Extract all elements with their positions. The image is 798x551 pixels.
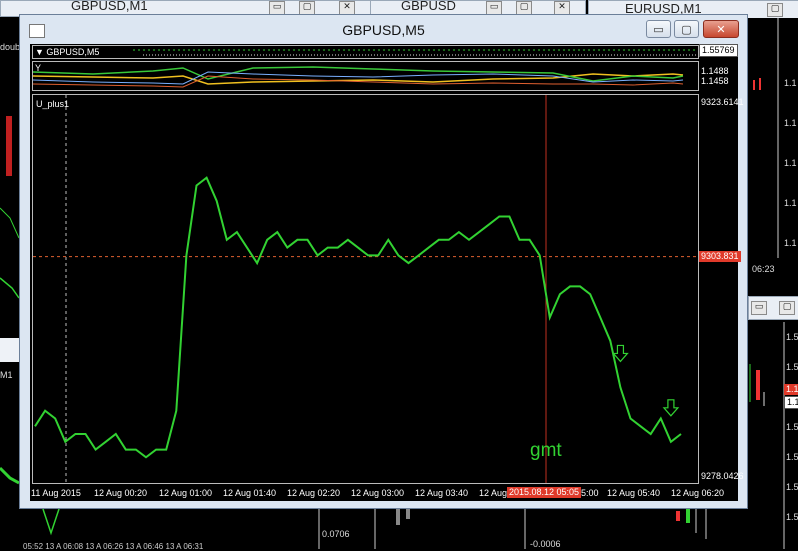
bg-price: 1.5 — [786, 362, 798, 372]
time-label: 12 Aug 06:20 — [671, 488, 725, 498]
bg-time-axis: 05:52 13 A 06:08 13 A 06:26 13 A 06:46 1… — [23, 542, 323, 551]
bg-chart-right-top: 1.1 1.1 1.1 1.1 1.1 06:23 — [748, 18, 798, 276]
maximize-icon[interactable]: ▢ — [779, 301, 795, 315]
chart-area[interactable]: ▼ GBPUSD,M5 1.55769 Y 1.1488 1.1458 U_pl… — [30, 44, 744, 501]
minimize-icon[interactable]: ▭ — [751, 301, 767, 315]
time-label: 12 Aug 01:00 — [159, 488, 213, 498]
time-label: 12 Aug 05:40 — [607, 488, 661, 498]
down-arrow-icon — [662, 399, 680, 417]
maximize-icon[interactable]: ▢ — [299, 1, 315, 15]
bg-chart-bottom-right-marks — [676, 509, 707, 539]
price-pane[interactable]: ▼ GBPUSD,M5 — [32, 45, 699, 59]
bg-price: 1.1 — [784, 238, 797, 248]
time-label: 12 Aug 00:20 — [94, 488, 148, 498]
time-label: 5:00 — [581, 488, 599, 498]
maximize-icon[interactable]: ▢ — [767, 3, 783, 17]
time-axis: 11 Aug 2015 12 Aug 00:20 12 Aug 01:00 12… — [30, 485, 738, 501]
bg-value: -0.0006 — [530, 539, 561, 549]
highlighted-time: 2015.08.12 05:05 — [507, 487, 582, 498]
bg-time: 13 A — [45, 542, 61, 551]
bg-price: 1.1 — [784, 118, 797, 128]
bg-time: 06:23 — [752, 264, 775, 274]
bg-chart-left: doub M1 — [0, 38, 20, 549]
price-pane-marks — [133, 49, 698, 56]
bg-time: 06:26 — [103, 542, 124, 551]
chart-window-gbpusd-m5[interactable]: GBPUSD,M5 ▭ ▢ ✕ ▼ GBPUSD,M5 1.55769 Y 1.… — [19, 14, 748, 509]
window-titlebar[interactable]: GBPUSD,M5 ▭ ▢ ✕ — [20, 15, 747, 45]
bg-time: 06:08 — [63, 542, 84, 551]
bg-time: 13 A — [85, 542, 101, 551]
bg-time: 05:52 — [23, 542, 44, 551]
main-min-value: 9278.0426 — [701, 471, 744, 481]
bg-time: 13 A — [165, 542, 182, 551]
bg-time: 06:31 — [183, 542, 204, 551]
time-label: 12 Aug 03:00 — [351, 488, 405, 498]
main-max-value: 9323.6141 — [701, 97, 744, 107]
time-label: 12 Aug 01:40 — [223, 488, 277, 498]
bg-chart-left-marks — [0, 116, 19, 485]
bg-price: 1.1 — [784, 198, 797, 208]
bg-chart-bottom-left: 0.0706 05:52 13 A 06:08 13 A 06:26 13 A … — [19, 509, 355, 551]
bg-time: 06:46 — [143, 542, 164, 551]
window-title: GBPUSD,M5 — [342, 22, 425, 38]
bg-chart-right-bottom: 1.1 1.1 1.5 1.5 1.5 1.5 1.5 1.5 — [748, 322, 798, 549]
bg-price-marker: 1.1 — [784, 384, 798, 395]
bg-window-right-bottom-titlebar[interactable]: ▭ ▢ — [748, 296, 798, 320]
indicator-level: 1.1458 — [701, 76, 729, 86]
series-line — [34, 176, 682, 459]
bg-price: 1.5 — [786, 452, 798, 462]
bg-price: 1.5 — [786, 422, 798, 432]
main-pane[interactable]: U_plus1 gmt — [32, 94, 699, 484]
bg-chart-bottom-right — [596, 509, 748, 549]
time-label: 11 Aug 2015 — [31, 488, 81, 498]
annotation-gmt: gmt — [530, 440, 562, 461]
bg-price: 1.5 — [786, 512, 798, 522]
indicator-lines — [33, 66, 684, 88]
bg-price: 1.5 — [786, 482, 798, 492]
close-icon[interactable]: ✕ — [339, 1, 355, 15]
bg-price-marker: 1.1 — [784, 396, 798, 409]
minimize-icon[interactable]: ▭ — [269, 1, 285, 15]
bg-price: 1.1 — [784, 158, 797, 168]
minimize-icon[interactable]: ▭ — [486, 1, 502, 15]
bg-price: 1.5 — [786, 332, 798, 342]
bg-window-title: GBPUSD,M1 — [71, 0, 148, 13]
close-button[interactable]: ✕ — [703, 20, 739, 38]
current-price-box: 1.55769 — [699, 44, 738, 57]
maximize-icon[interactable]: ▢ — [516, 1, 532, 15]
maximize-button[interactable]: ▢ — [674, 20, 699, 38]
indicator-pane[interactable]: Y — [32, 61, 699, 91]
minimize-button[interactable]: ▭ — [646, 20, 671, 38]
time-label: 12 Aug 03:40 — [415, 488, 469, 498]
bg-chart-bottom-center: -0.0006 — [370, 509, 585, 549]
bg-price: 1.1 — [784, 78, 797, 88]
close-icon[interactable]: ✕ — [554, 1, 570, 15]
main-line-chart: gmt — [33, 95, 698, 483]
time-label: 12 Aug 02:20 — [287, 488, 341, 498]
down-arrow-icon — [612, 344, 629, 363]
bg-window-title: GBPUSD — [401, 0, 456, 13]
indicator-level: 1.1488 — [701, 66, 729, 76]
bg-time: 13 A — [125, 542, 141, 551]
current-value-box: 9303.831 — [699, 250, 741, 262]
